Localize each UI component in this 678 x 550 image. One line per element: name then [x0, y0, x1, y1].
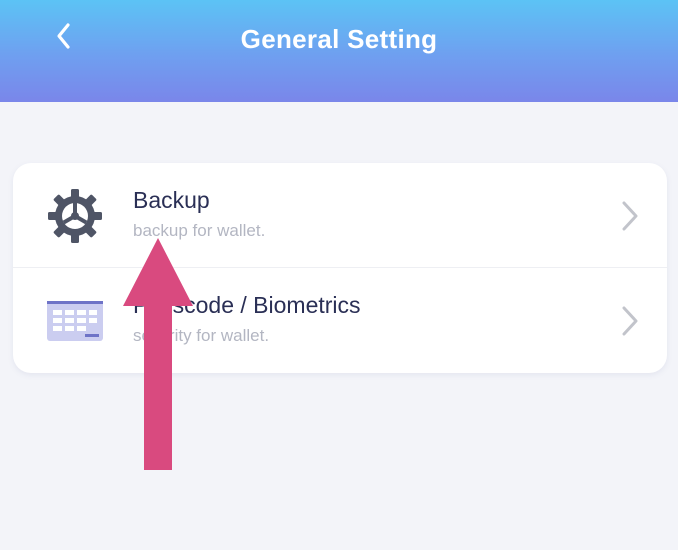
- gear-icon: [48, 189, 102, 243]
- settings-item-passcode[interactable]: Passcode / Biometrics security for walle…: [13, 268, 667, 372]
- settings-item-title: Passcode / Biometrics: [133, 292, 361, 318]
- page-title: General Setting: [240, 24, 438, 54]
- keypad-icon: [47, 301, 103, 341]
- settings-card: Backup backup for wallet. Passcode / Bio…: [13, 163, 667, 373]
- chevron-right-icon: [622, 201, 638, 231]
- settings-item-subtitle: security for wallet.: [133, 326, 270, 345]
- settings-item-subtitle: backup for wallet.: [133, 221, 266, 240]
- app-header: General Setting: [0, 0, 678, 102]
- chevron-right-icon: [622, 306, 638, 336]
- settings-item-title: Backup: [133, 187, 210, 213]
- settings-item-backup[interactable]: Backup backup for wallet.: [13, 163, 667, 267]
